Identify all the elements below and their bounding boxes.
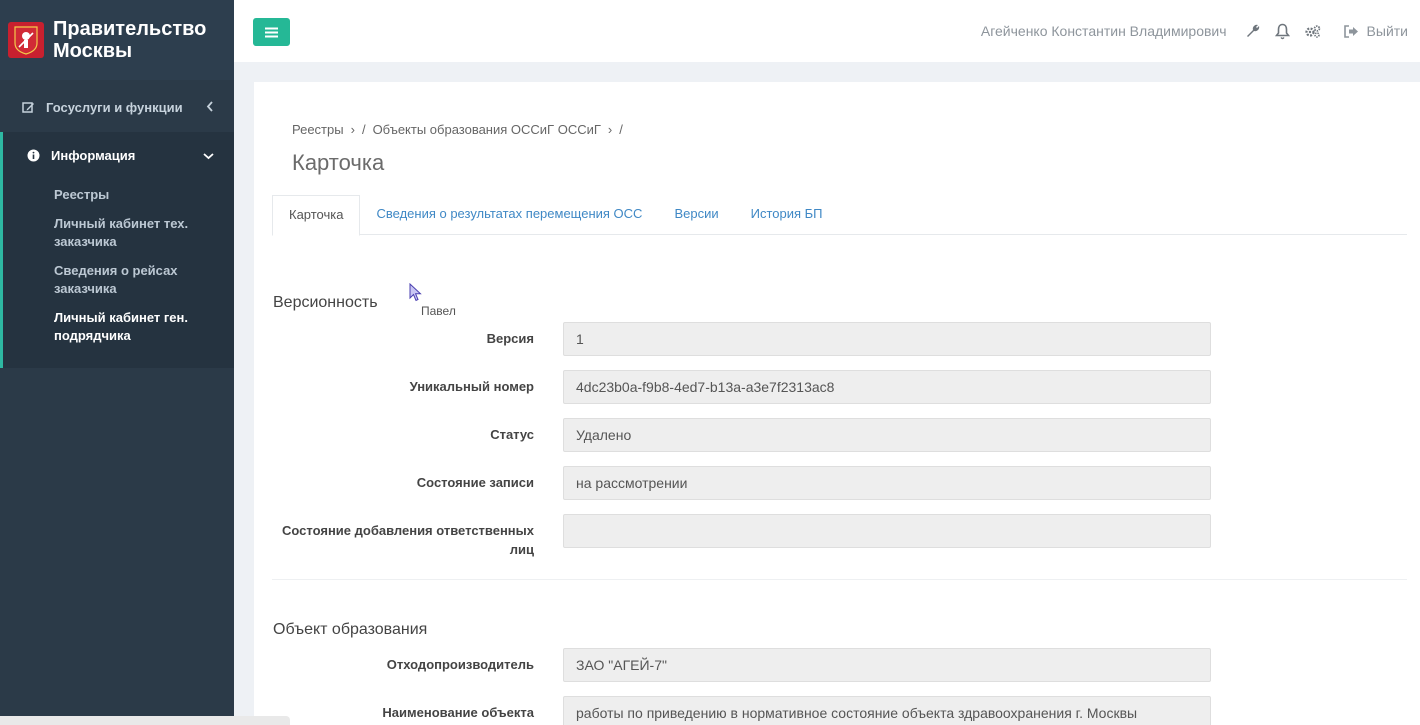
field-label-record-state: Состояние записи — [416, 475, 534, 490]
section-title-versioning: Версионность — [273, 294, 378, 311]
mouse-cursor-icon — [409, 283, 422, 302]
bell-icon[interactable] — [1274, 23, 1290, 40]
sign-out-icon — [1343, 24, 1358, 38]
unique-number-field[interactable]: 4dc23b0a-f9b8-4ed7-b13a-a3e7f2313ac8 — [563, 370, 1211, 404]
edit-icon — [22, 101, 36, 114]
brand-title-line1: Правительство — [53, 18, 207, 40]
user-name[interactable]: Агейченко Константин Владимирович — [981, 23, 1227, 39]
cursor-user-label: Павел — [421, 304, 456, 318]
breadcrumb-separator: › — [350, 122, 355, 137]
wrench-icon[interactable] — [1245, 23, 1261, 39]
chevron-down-icon — [203, 148, 214, 163]
object-name-field[interactable]: работы по приведению в нормативное состо… — [563, 696, 1211, 725]
tab-movement-results[interactable]: Сведения о результатах перемещения ОСС — [360, 195, 658, 235]
sidebar-item-services[interactable]: Госуслуги и функции — [0, 82, 234, 132]
sidebar-subitem-registries[interactable]: Реестры — [3, 186, 234, 204]
brand-title: Правительство Москвы — [53, 18, 206, 62]
tab-bp-history[interactable]: История БП — [735, 195, 839, 235]
tab-card[interactable]: Карточка — [272, 195, 361, 236]
responsible-state-field[interactable] — [563, 514, 1211, 548]
field-label-unique-number: Уникальный номер — [409, 379, 534, 394]
breadcrumb-separator: / — [361, 122, 366, 137]
record-state-field[interactable]: на рассмотрении — [563, 466, 1211, 500]
tab-versions[interactable]: Версии — [658, 195, 734, 235]
sidebar: Правительство Москвы Госуслуги и функции… — [0, 0, 234, 725]
waste-producer-field[interactable]: ЗАО "АГЕЙ-7" — [563, 648, 1211, 682]
page-title: Карточка — [292, 150, 385, 175]
brand-title-line2: Москвы — [53, 40, 133, 62]
field-label-version: Версия — [486, 331, 534, 346]
version-field[interactable]: 1 — [563, 322, 1211, 356]
sidebar-subitem-customer-trips[interactable]: Сведения о рейсах заказчика — [3, 262, 234, 298]
breadcrumb-separator: › — [607, 122, 613, 137]
sidebar-item-info[interactable]: Информация — [3, 132, 234, 178]
moscow-emblem-icon — [8, 22, 44, 58]
brand[interactable]: Правительство Москвы — [0, 0, 234, 80]
section-divider — [272, 579, 1407, 580]
info-icon — [27, 149, 41, 162]
hamburger-icon — [265, 27, 278, 37]
breadcrumb-separator: / — [619, 122, 623, 137]
section-title-object: Объект образования — [273, 621, 428, 638]
browser-status-bar — [0, 716, 290, 725]
main-content: Реестры › / Объекты образования ОССиГ ОС… — [254, 82, 1420, 725]
topbar: Агейченко Константин Владимирович Выйти — [234, 0, 1420, 62]
logout-button[interactable]: Выйти — [1343, 23, 1408, 39]
field-label-status: Статус — [490, 427, 534, 442]
gears-icon[interactable] — [1304, 24, 1321, 39]
breadcrumb-item-objects[interactable]: Объекты образования ОССиГ ОССиГ — [373, 122, 601, 137]
sidebar-item-label: Госуслуги и функции — [46, 99, 183, 115]
sidebar-subitem-gen-contractor-cabinet[interactable]: Личный кабинет ген. подрядчика — [3, 309, 234, 345]
field-label-responsible-state: Состояние добавления ответственных лиц — [282, 523, 534, 557]
chevron-left-icon — [206, 100, 214, 115]
menu-toggle-button[interactable] — [253, 18, 290, 46]
tabs: Карточка Сведения о результатах перемеще… — [272, 195, 1407, 236]
breadcrumb: Реестры › / Объекты образования ОССиГ ОС… — [292, 122, 630, 137]
sidebar-subitem-tech-customer-cabinet[interactable]: Личный кабинет тех. заказчика — [3, 215, 234, 251]
sidebar-item-label: Информация — [51, 147, 136, 163]
field-label-object-name: Наименование объекта — [382, 705, 534, 720]
user-area: Агейченко Константин Владимирович Выйти — [981, 0, 1408, 62]
breadcrumb-item-registries[interactable]: Реестры — [292, 122, 344, 137]
logout-label: Выйти — [1366, 23, 1408, 39]
status-field[interactable]: Удалено — [563, 418, 1211, 452]
sidebar-group-info: Информация Реестры Личный кабинет тех. з… — [0, 132, 234, 368]
field-label-waste-producer: Отходопроизводитель — [386, 657, 534, 672]
